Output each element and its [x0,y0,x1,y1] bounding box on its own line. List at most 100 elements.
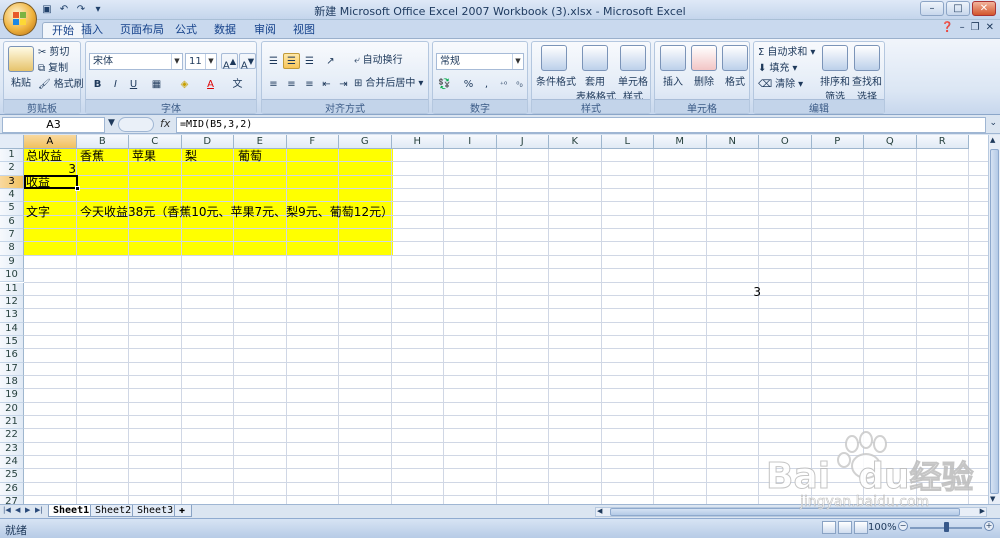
tab-data[interactable]: 数据 [205,22,245,38]
column-header-k[interactable]: K [549,135,602,149]
percent-button[interactable]: % [460,76,477,92]
row-header-9[interactable]: 9 [0,255,24,270]
row-header-20[interactable]: 20 [0,402,24,416]
cell-a1[interactable]: 总收益 [26,150,62,163]
page-break-view-icon[interactable] [854,521,868,534]
sheet-tab-sheet2[interactable]: Sheet2 [90,505,137,517]
column-header-l[interactable]: L [601,135,654,149]
row-header-3[interactable]: 3 [0,175,24,190]
align-right-icon[interactable]: ≡ [301,76,318,92]
minimize-button[interactable]: – [920,1,944,16]
row-header-15[interactable]: 15 [0,335,24,350]
vertical-scroll-thumb[interactable] [990,149,999,494]
insert-cells-button[interactable]: 插入 [659,45,687,88]
row-header-13[interactable]: 13 [0,309,24,323]
wrap-text-button[interactable]: ⤶ 自动换行 [354,53,403,68]
formula-resize-handle[interactable] [118,117,154,132]
row-header-11[interactable]: 11 [0,282,24,296]
find-select-button[interactable]: 查找和 选择 [852,45,882,103]
cell-c1[interactable]: 苹果 [132,150,156,163]
clear-button[interactable]: ⌫ 清除 ▾ [758,77,803,92]
office-button[interactable] [3,2,37,36]
cell-b5[interactable]: 今天收益38元（香蕉10元、苹果7元、梨9元、葡萄12元） [80,206,393,219]
align-left-icon[interactable]: ≡ [265,76,282,92]
comma-button[interactable]: , [478,76,495,92]
fill-color-icon[interactable]: ◈ [176,76,193,92]
name-box[interactable]: A3 [2,117,105,133]
currency-icon[interactable]: 💱 [436,76,453,92]
tab-insert[interactable]: 插入 [72,22,112,38]
help-icon[interactable]: ❓ [941,22,953,33]
name-box-dropdown-icon[interactable]: ▼ [108,118,115,128]
scroll-right-icon[interactable]: ▶ [980,507,985,515]
row-header-4[interactable]: 4 [0,189,24,203]
increase-decimal-icon[interactable]: ⁺⁰ [495,76,512,92]
insert-sheet-icon[interactable]: ✚ [174,505,192,517]
align-bottom-icon[interactable]: ☰ [301,53,318,69]
phonetic-icon[interactable]: 文 [229,76,246,92]
delete-cells-button[interactable]: 删除 [690,45,718,88]
column-header-n[interactable]: N [706,135,759,149]
increase-indent-icon[interactable]: ⇥ [335,76,352,92]
column-header-a[interactable]: A [24,135,77,149]
decrease-decimal-icon[interactable]: ⁰₀ [511,76,528,92]
column-header-q[interactable]: Q [864,135,917,149]
cell-a5[interactable]: 文字 [26,206,50,219]
underline-button[interactable]: U [125,76,142,92]
cut-button[interactable]: ✂ 剪切 [38,45,69,60]
insert-function-button[interactable]: fx [160,117,170,130]
cell-d1[interactable]: 梨 [185,150,197,163]
row-header-17[interactable]: 17 [0,362,24,376]
column-header-e[interactable]: E [234,135,287,149]
bold-button[interactable]: B [89,76,106,92]
orientation-icon[interactable]: ↗ [322,53,339,69]
row-header-1[interactable]: 1 [0,149,24,163]
tab-review[interactable]: 审阅 [245,22,285,38]
maximize-button[interactable]: □ [946,1,970,16]
column-header-g[interactable]: G [339,135,392,149]
paste-button[interactable]: 粘贴 [8,46,34,89]
horizontal-scrollbar[interactable]: ◀ ▶ [595,507,987,517]
doc-minimize-icon[interactable]: – [960,22,965,33]
column-header-r[interactable]: R [916,135,969,149]
row-header-25[interactable]: 25 [0,469,24,483]
first-sheet-icon[interactable]: |◀ [3,506,11,514]
doc-restore-icon[interactable]: ❐ [971,22,980,33]
cell-e1[interactable]: 葡萄 [238,150,262,163]
zoom-out-icon[interactable]: − [898,521,908,531]
row-header-5[interactable]: 5 [0,202,24,216]
autosum-button[interactable]: Σ 自动求和 ▾ [758,45,815,60]
next-sheet-icon[interactable]: ▶ [25,506,30,514]
column-header-i[interactable]: I [444,135,497,149]
align-center-icon[interactable]: ≡ [283,76,300,92]
align-top-icon[interactable]: ☰ [265,53,282,69]
borders-icon[interactable]: ▦ [148,76,165,92]
font-name-select[interactable]: 宋体 ▼ [89,53,183,70]
row-header-22[interactable]: 22 [0,429,24,443]
format-cells-button[interactable]: 格式 [721,45,749,88]
row-header-16[interactable]: 16 [0,349,24,363]
tab-view[interactable]: 视图 [284,22,324,38]
decrease-indent-icon[interactable]: ⇤ [318,76,335,92]
fill-button[interactable]: ⬇ 填充 ▾ [758,61,797,76]
merge-center-button[interactable]: ⊞ 合并后居中 ▾ [354,76,423,91]
format-as-table-button[interactable]: 套用 表格格式 [576,45,616,103]
grow-font-button[interactable]: A▲ [221,53,238,71]
prev-sheet-icon[interactable]: ◀ [15,506,20,514]
conditional-format-button[interactable]: 条件格式 [536,45,576,88]
fill-handle[interactable] [75,186,80,191]
scroll-down-icon[interactable]: ▼ [990,495,995,503]
column-header-f[interactable]: F [286,135,339,149]
horizontal-scroll-thumb[interactable] [610,508,960,516]
sheet-tab-sheet3[interactable]: Sheet3 [132,505,179,517]
zoom-knob[interactable] [944,522,949,532]
row-header-6[interactable]: 6 [0,215,24,230]
copy-button[interactable]: ⧉ 复制 [38,61,68,76]
zoom-slider[interactable]: − + [898,521,994,532]
select-all-button[interactable] [0,135,24,149]
column-header-o[interactable]: O [759,135,812,149]
row-header-2[interactable]: 2 [0,162,24,176]
vertical-scrollbar[interactable]: ▲ ▼ [988,135,1000,504]
column-header-c[interactable]: C [129,135,182,149]
row-header-24[interactable]: 24 [0,456,24,470]
